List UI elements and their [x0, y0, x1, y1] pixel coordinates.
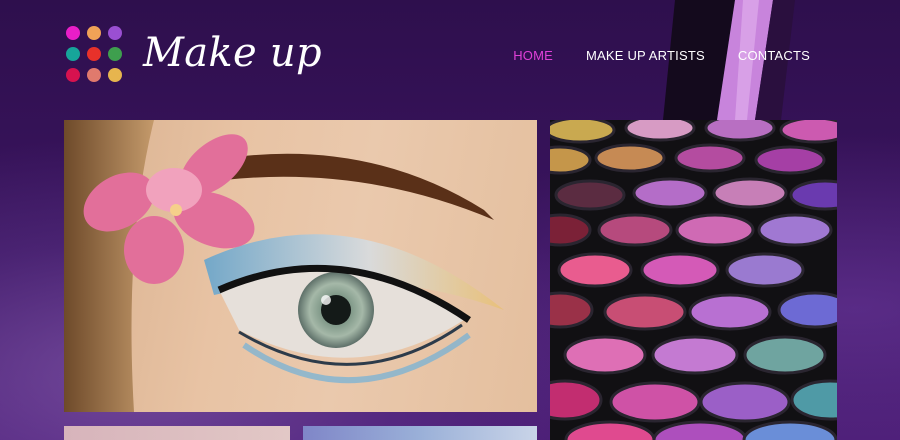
- eye-makeup-photo[interactable]: [64, 120, 537, 412]
- flowers-thumbnail[interactable]: [303, 426, 537, 440]
- logo-dot: [108, 68, 122, 82]
- nav-home[interactable]: HOME: [513, 48, 553, 63]
- eyeshadow-palette-photo[interactable]: [550, 120, 837, 440]
- logo-dot: [66, 47, 80, 61]
- main-nav: HOME MAKE UP ARTISTS CONTACTS: [513, 48, 810, 63]
- logo-dot: [87, 68, 101, 82]
- logo-icon[interactable]: [66, 26, 126, 86]
- logo-dot: [108, 47, 122, 61]
- site-header: Make up HOME MAKE UP ARTISTS CONTACTS: [0, 0, 900, 110]
- logo-dot: [87, 26, 101, 40]
- logo-dot: [108, 26, 122, 40]
- nav-contacts[interactable]: CONTACTS: [738, 48, 810, 63]
- logo-dot: [66, 26, 80, 40]
- logo-dot: [87, 47, 101, 61]
- logo-dot: [66, 68, 80, 82]
- site-title[interactable]: Make up: [143, 30, 322, 76]
- nav-make-up-artists[interactable]: MAKE UP ARTISTS: [586, 48, 705, 63]
- portrait-thumbnail[interactable]: [64, 426, 290, 440]
